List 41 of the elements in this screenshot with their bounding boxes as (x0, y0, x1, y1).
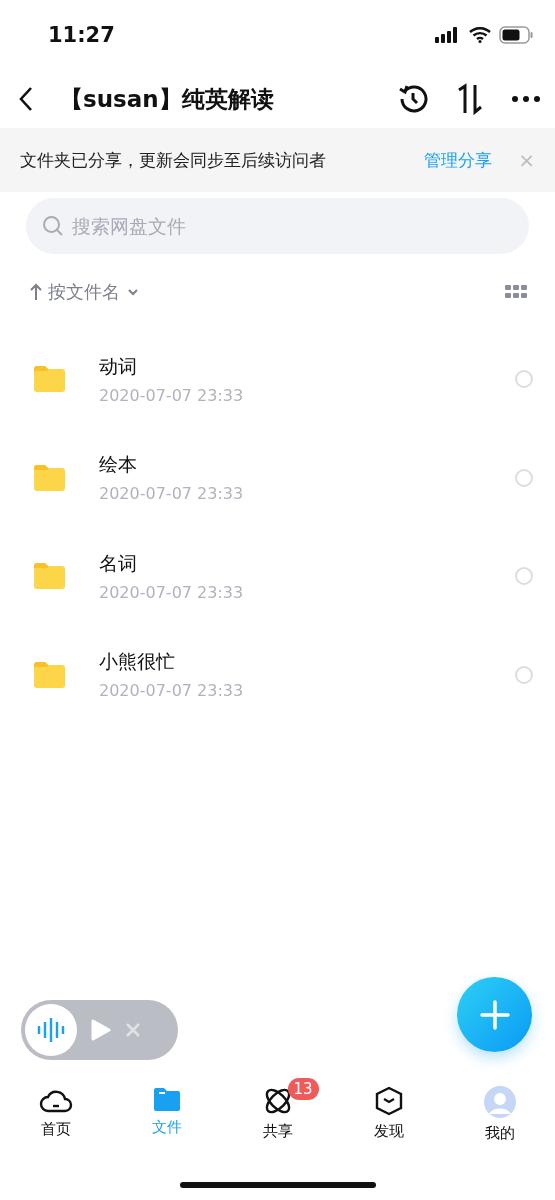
folder-name: 名词 (99, 550, 138, 576)
tab-item[interactable]: 共享 13 (222, 1078, 333, 1158)
select-checkbox[interactable] (515, 665, 533, 684)
modified-date: 2020-07-07 23:33 (99, 484, 245, 504)
sort-by-name[interactable]: 按文件名 (30, 280, 140, 304)
folder-name: 小熊很忙 (99, 649, 176, 675)
up-arrow-icon (30, 283, 42, 301)
select-checkbox[interactable] (515, 370, 533, 389)
folder-icon (34, 661, 65, 688)
tab-item[interactable]: 发现 (333, 1078, 444, 1158)
history-icon[interactable] (397, 83, 429, 115)
plus-icon (478, 998, 511, 1031)
more-icon[interactable] (511, 95, 541, 103)
count-badge: 13 (287, 1078, 319, 1100)
waveform-icon[interactable] (25, 1004, 77, 1056)
folder-name: 动词 (99, 353, 138, 379)
search-field[interactable]: 搜索网盘文件 (26, 198, 529, 254)
select-checkbox[interactable] (515, 468, 533, 487)
folder-icon (151, 1086, 182, 1112)
folder-icon (34, 464, 65, 491)
folder-name: 绘本 (99, 452, 138, 478)
tab-item[interactable]: 我的 (444, 1078, 555, 1158)
cube-icon (374, 1086, 403, 1116)
play-icon[interactable] (91, 1019, 111, 1041)
modified-date: 2020-07-07 23:33 (99, 385, 245, 405)
caret-icon (126, 287, 140, 297)
select-checkbox[interactable] (515, 567, 533, 586)
folder-icon (34, 366, 65, 393)
status-time: 11:27 (48, 23, 115, 47)
close-icon[interactable] (125, 1022, 141, 1038)
folder-title: 【susan】纯英解读 (60, 84, 275, 114)
avatar-icon (483, 1086, 516, 1118)
modified-date: 2020-07-07 23:33 (99, 681, 245, 701)
battery-icon (499, 26, 533, 44)
add-button[interactable] (457, 977, 532, 1052)
wifi-icon (469, 27, 491, 43)
grid-view-icon[interactable] (505, 285, 527, 299)
modified-date: 2020-07-07 23:33 (99, 582, 245, 602)
tab-item[interactable]: 首页 (0, 1078, 111, 1158)
share-message: 文件夹已分享，更新会同步至后续访问者 (20, 148, 327, 172)
folder-icon (34, 563, 65, 590)
